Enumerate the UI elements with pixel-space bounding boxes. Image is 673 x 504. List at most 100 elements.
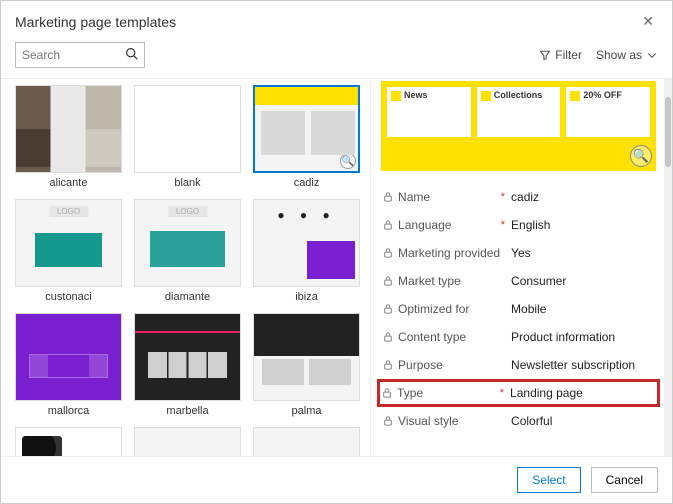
- dialog-title: Marketing page templates: [15, 14, 176, 30]
- property-value: Colorful: [511, 414, 654, 428]
- property-label: Optimized for: [383, 302, 511, 316]
- template-thumb: [134, 427, 241, 456]
- template-thumb: [134, 313, 241, 401]
- property-value: cadiz: [511, 190, 654, 204]
- template-label: alicante: [50, 177, 88, 189]
- required-indicator: *: [501, 219, 505, 231]
- lock-icon: [383, 359, 393, 371]
- logo-placeholder: LOGO: [49, 206, 88, 217]
- show-as-button[interactable]: Show as: [596, 48, 658, 62]
- chevron-down-icon: [646, 49, 658, 61]
- lock-icon: [383, 247, 393, 259]
- template-label: ibiza: [295, 291, 318, 303]
- template-thumb: [134, 85, 241, 173]
- magnify-icon[interactable]: 🔍: [630, 145, 652, 167]
- lock-icon: [383, 303, 393, 315]
- template-label: blank: [174, 177, 200, 189]
- search-input[interactable]: [22, 48, 125, 62]
- property-row: Content typeProduct information: [379, 323, 658, 351]
- preview-card-label: News: [404, 90, 428, 100]
- preview-card: 20% OFF: [566, 87, 650, 137]
- template-card-cadiz[interactable]: 🔍 cadiz: [253, 85, 360, 189]
- lock-icon: [383, 415, 393, 427]
- property-list: Name*cadizLanguage*EnglishMarketing prov…: [379, 183, 658, 435]
- property-row: Visual styleColorful: [379, 407, 658, 435]
- property-row: Market typeConsumer: [379, 267, 658, 295]
- template-label: diamante: [165, 291, 210, 303]
- template-label: custonaci: [45, 291, 91, 303]
- lock-icon: [382, 387, 392, 399]
- cancel-button[interactable]: Cancel: [591, 467, 658, 493]
- property-row: Optimized forMobile: [379, 295, 658, 323]
- search-box[interactable]: [15, 42, 145, 68]
- magnify-icon[interactable]: 🔍: [340, 153, 356, 169]
- scrollbar[interactable]: [664, 79, 672, 456]
- property-value: Yes: [511, 246, 654, 260]
- template-thumb: [253, 313, 360, 401]
- property-row: Marketing providedYes: [379, 239, 658, 267]
- details-scroll[interactable]: News Collections 20% OFF 🔍 Name*cadiz Lan…: [371, 79, 664, 456]
- template-thumb: LOGO: [15, 199, 122, 287]
- property-label: Market type: [383, 274, 511, 288]
- property-label: Content type: [383, 330, 511, 344]
- property-row: PurposeNewsletter subscription: [379, 351, 658, 379]
- preview-cards: News Collections 20% OFF: [387, 87, 650, 137]
- property-label: Type*: [382, 386, 510, 400]
- lock-icon: [383, 331, 393, 343]
- template-card-custonaci[interactable]: LOGO custonaci: [15, 199, 122, 303]
- gallery-scroll[interactable]: alicante blank 🔍 cadiz LOG: [1, 79, 364, 456]
- logo-placeholder: LOGO: [168, 206, 207, 217]
- template-card-mallorca[interactable]: mallorca: [15, 313, 122, 417]
- property-value: Product information: [511, 330, 654, 344]
- property-value: Newsletter subscription: [511, 358, 654, 372]
- template-card-diamante[interactable]: LOGO diamante: [134, 199, 241, 303]
- property-label: Name*: [383, 190, 511, 204]
- preview-card: News: [387, 87, 471, 137]
- template-card-palma[interactable]: palma: [253, 313, 360, 417]
- template-card-marbella[interactable]: marbella: [134, 313, 241, 417]
- toolbar-right: Filter Show as: [539, 48, 658, 62]
- preview-text-lines: [387, 149, 650, 163]
- template-thumb: ● ● ●: [253, 199, 360, 287]
- lock-icon: [383, 191, 393, 203]
- property-value: Mobile: [511, 302, 654, 316]
- property-row: Type*Landing page: [377, 379, 660, 407]
- template-preview: News Collections 20% OFF 🔍: [381, 81, 656, 171]
- template-grid: alicante blank 🔍 cadiz LOG: [15, 85, 360, 456]
- property-row: Name*cadiz: [379, 183, 658, 211]
- required-indicator: *: [500, 387, 504, 399]
- lock-icon: [383, 219, 393, 231]
- dialog-body: alicante blank 🔍 cadiz LOG: [1, 78, 672, 456]
- template-gallery: alicante blank 🔍 cadiz LOG: [1, 79, 370, 456]
- toolbar: Filter Show as: [1, 38, 672, 78]
- filter-icon: [539, 49, 551, 61]
- select-button[interactable]: Select: [517, 467, 580, 493]
- preview-card: Collections: [477, 87, 561, 137]
- property-label: Visual style: [383, 414, 511, 428]
- template-thumb: [15, 427, 122, 456]
- details-panel: News Collections 20% OFF 🔍 Name*cadiz Lan…: [370, 79, 672, 456]
- template-card-more[interactable]: [253, 427, 360, 456]
- search-icon[interactable]: [125, 47, 138, 63]
- template-card-more[interactable]: [15, 427, 122, 456]
- required-indicator: *: [501, 191, 505, 203]
- property-value: Consumer: [511, 274, 654, 288]
- template-card-blank[interactable]: blank: [134, 85, 241, 189]
- lock-icon: [383, 275, 393, 287]
- property-row: Language*English: [379, 211, 658, 239]
- dialog-footer: Select Cancel: [1, 456, 672, 503]
- template-thumb: [15, 85, 122, 173]
- template-thumb: LOGO: [134, 199, 241, 287]
- template-picker-dialog: Marketing page templates ✕ Filter Show a…: [0, 0, 673, 504]
- template-card-alicante[interactable]: alicante: [15, 85, 122, 189]
- close-icon[interactable]: ✕: [638, 9, 658, 34]
- template-label: cadiz: [294, 177, 320, 189]
- template-label: mallorca: [48, 405, 90, 417]
- property-value: Landing page: [510, 386, 655, 400]
- filter-label: Filter: [555, 48, 582, 62]
- show-as-label: Show as: [596, 48, 642, 62]
- property-value: English: [511, 218, 654, 232]
- filter-button[interactable]: Filter: [539, 48, 582, 62]
- template-card-more[interactable]: [134, 427, 241, 456]
- template-card-ibiza[interactable]: ● ● ● ibiza: [253, 199, 360, 303]
